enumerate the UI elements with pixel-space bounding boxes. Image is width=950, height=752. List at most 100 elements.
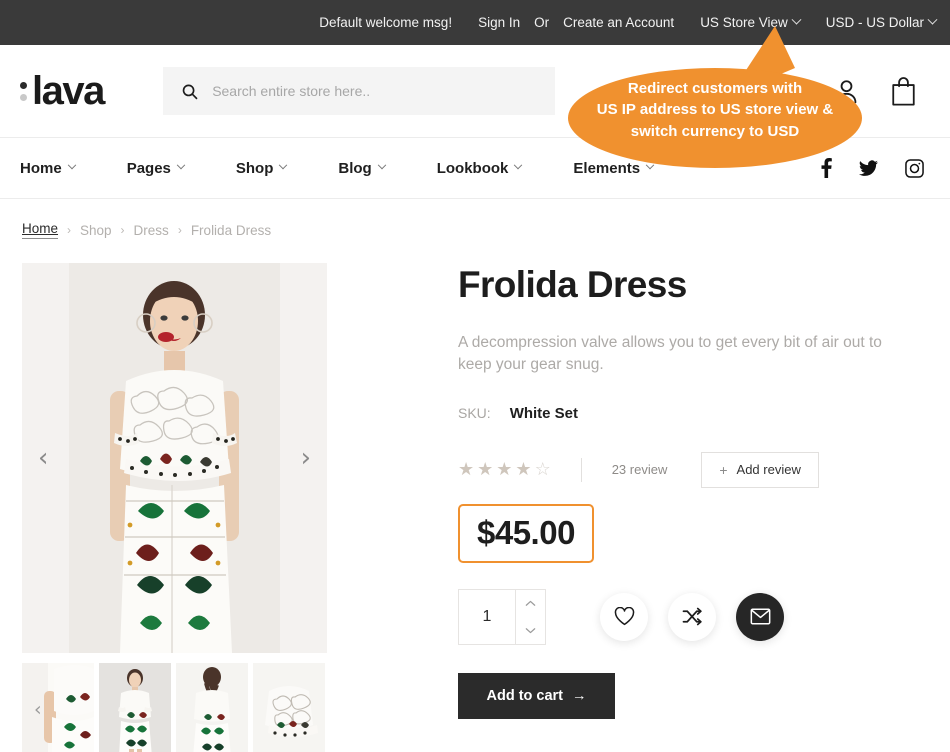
plus-icon: +	[719, 461, 728, 478]
chevron-down-icon	[525, 627, 536, 633]
nav-item-home[interactable]: Home	[20, 159, 76, 177]
product-thumbnails: ‹	[22, 663, 332, 752]
add-to-wishlist-button[interactable]	[600, 592, 648, 641]
star-icon-empty: ☆	[534, 458, 551, 480]
social-links	[821, 158, 930, 178]
twitter-icon[interactable]	[859, 159, 878, 177]
email-product-button[interactable]	[736, 592, 784, 641]
callout-line-1: Redirect customers with	[627, 80, 803, 97]
sku-value: White Set	[509, 404, 579, 422]
search-input[interactable]	[212, 83, 537, 99]
gallery-prev-arrow[interactable]: ‹	[38, 445, 48, 471]
thumbnail-item[interactable]	[22, 663, 94, 752]
nav-item-pages[interactable]: Pages	[126, 159, 186, 177]
quantity-buttons	[515, 589, 545, 644]
shuffle-icon	[682, 607, 702, 626]
create-account-link[interactable]: Create an Account	[563, 15, 674, 30]
instagram-icon[interactable]	[905, 158, 924, 178]
or-text: Or	[534, 15, 550, 30]
main-navigation: Home Pages Shop Blog Lookbook Elements	[0, 137, 950, 199]
product-detail: ‹ › ‹ Frolida Dress A decompression valv…	[0, 239, 950, 752]
chevron-down-icon	[791, 14, 802, 25]
star-icon: ★	[477, 458, 494, 480]
chevron-down-icon	[927, 14, 938, 25]
store-view-label: US Store View	[700, 15, 788, 30]
shopping-bag-icon[interactable]	[889, 76, 918, 107]
breadcrumb: Home › Shop › Dress › Frolida Dress	[0, 199, 950, 239]
top-utility-bar: Default welcome msg! Sign In Or Create a…	[0, 0, 950, 45]
review-count: 23 review	[611, 462, 668, 478]
currency-label: USD - US Dollar	[825, 15, 924, 30]
chevron-down-icon	[176, 160, 186, 170]
chevron-down-icon	[645, 160, 655, 170]
star-rating[interactable]: ★ ★ ★ ★ ☆	[458, 458, 551, 480]
rating-divider	[580, 457, 582, 482]
breadcrumb-item-shop[interactable]: Shop	[80, 223, 112, 238]
star-icon: ★	[458, 458, 475, 480]
product-main-image[interactable]: ‹ ›	[22, 263, 327, 653]
arrow-right-icon: →	[572, 687, 587, 704]
search-box[interactable]	[162, 67, 555, 115]
product-info: Frolida Dress A decompression valve allo…	[370, 263, 930, 752]
heart-icon	[614, 607, 634, 626]
add-to-cart-button[interactable]: Add to cart →	[458, 672, 615, 719]
nav-label: Pages	[126, 159, 171, 177]
product-rating-row: ★ ★ ★ ★ ☆ 23 review + Add review	[458, 451, 930, 488]
nav-item-shop[interactable]: Shop	[235, 159, 288, 177]
nav-label: Blog	[338, 159, 372, 177]
logo-dots-icon	[20, 81, 27, 101]
thumbnail-photo	[176, 663, 248, 752]
facebook-icon[interactable]	[821, 158, 832, 178]
product-title: Frolida Dress	[458, 264, 687, 305]
gallery-next-arrow[interactable]: ›	[301, 445, 311, 471]
breadcrumb-item-dress[interactable]: Dress	[134, 223, 169, 238]
quantity-value[interactable]: 1	[459, 590, 515, 644]
callout-line-3: switch currency to USD	[630, 122, 800, 140]
thumbnail-photo	[253, 663, 325, 752]
chevron-down-icon	[514, 160, 523, 170]
nav-item-blog[interactable]: Blog	[338, 159, 386, 177]
product-sku: SKU: White Set	[458, 405, 930, 422]
envelope-icon	[750, 608, 770, 625]
thumbnail-item[interactable]	[176, 663, 248, 752]
breadcrumb-item-home[interactable]: Home	[22, 221, 59, 239]
search-icon	[182, 84, 198, 99]
chevron-down-icon	[279, 160, 288, 170]
currency-switcher[interactable]: USD - US Dollar	[825, 14, 938, 30]
chevron-down-icon	[377, 160, 386, 170]
quantity-decrement[interactable]	[516, 617, 545, 644]
quantity-increment[interactable]	[516, 590, 545, 617]
thumbnail-photo	[99, 663, 171, 752]
sign-in-link[interactable]: Sign In	[478, 15, 520, 30]
star-icon: ★	[515, 458, 532, 480]
thumbnail-prev-arrow[interactable]: ‹	[34, 700, 42, 720]
star-icon: ★	[496, 458, 513, 480]
thumbnail-item[interactable]	[253, 663, 325, 752]
sku-label: SKU:	[458, 404, 491, 421]
nav-label: Lookbook	[436, 159, 509, 177]
callout-line-2: US IP address to US store view &	[596, 101, 834, 119]
nav-item-lookbook[interactable]: Lookbook	[436, 159, 523, 177]
thumbnail-item[interactable]	[99, 663, 171, 752]
add-to-cart-label: Add to cart	[486, 687, 564, 704]
thumbnail-photo	[22, 663, 94, 752]
breadcrumb-separator: ›	[120, 223, 125, 237]
site-logo[interactable]: lava	[20, 69, 105, 114]
nav-label: Home	[20, 159, 62, 177]
product-price-highlight: $45.00	[458, 503, 594, 563]
callout-text: Redirect customers with US IP address to…	[567, 78, 863, 142]
chevron-down-icon	[67, 160, 76, 170]
compare-button[interactable]	[668, 592, 716, 641]
quantity-stepper[interactable]: 1	[458, 588, 546, 645]
product-actions: 1	[458, 588, 930, 645]
product-photo	[22, 263, 327, 653]
store-view-switcher[interactable]: US Store View	[700, 14, 802, 30]
nav-label: Shop	[235, 159, 274, 177]
product-description: A decompression valve allows you to get …	[458, 333, 882, 374]
breadcrumb-separator: ›	[67, 223, 72, 237]
add-review-button[interactable]: + Add review	[701, 451, 819, 488]
product-page: Default welcome msg! Sign In Or Create a…	[0, 0, 950, 752]
nav-item-elements[interactable]: Elements	[573, 160, 655, 177]
product-gallery: ‹ › ‹	[22, 263, 370, 752]
breadcrumb-separator: ›	[177, 223, 182, 237]
